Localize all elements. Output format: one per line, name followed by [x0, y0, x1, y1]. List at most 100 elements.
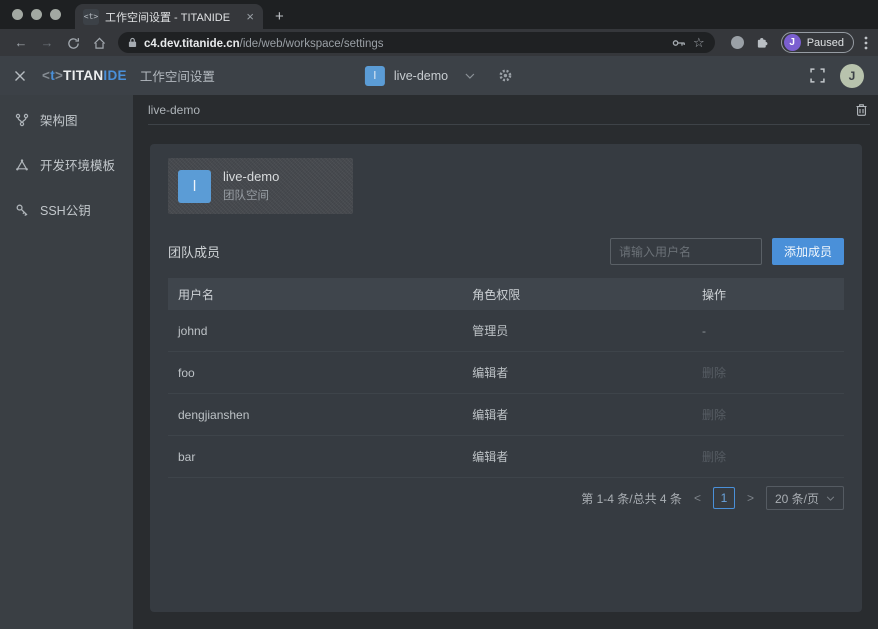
browser-profile-button[interactable]: J Paused — [781, 32, 854, 53]
table-row: bar 编辑者 删除 — [168, 436, 844, 478]
browser-toolbar: ← → c4.dev.titanide.cn/ide/web/workspace… — [0, 29, 878, 56]
cell-username: dengjianshen — [168, 408, 472, 422]
pagination: 第 1-4 条/总共 4 条 < 1 > 20 条/页 — [168, 486, 844, 510]
page-title: 工作空间设置 — [140, 66, 215, 85]
password-key-icon[interactable] — [672, 39, 686, 47]
add-member-button[interactable]: 添加成员 — [772, 238, 844, 265]
cell-role: 编辑者 — [472, 364, 702, 381]
forward-icon[interactable]: → — [36, 33, 58, 53]
window-controls — [0, 0, 75, 29]
sync-paused-label: Paused — [807, 37, 844, 49]
tab-title: 工作空间设置 - TITANIDE — [105, 9, 237, 25]
workspace-card-badge: l — [178, 170, 211, 203]
workspace-card-name: live-demo — [223, 169, 279, 184]
breadcrumb-row: live-demo — [148, 95, 870, 125]
sidebar-item-dev-template[interactable]: 开发环境模板 — [0, 142, 133, 187]
cell-action: 删除 — [702, 364, 844, 381]
workspace-card-type: 团队空间 — [223, 187, 279, 203]
sidebar-item-ssh-key[interactable]: SSH公钥 — [0, 187, 133, 232]
address-bar[interactable]: c4.dev.titanide.cn/ide/web/workspace/set… — [118, 32, 715, 53]
sidebar-item-label: SSH公钥 — [40, 200, 91, 219]
sidebar-item-label: 开发环境模板 — [40, 155, 115, 174]
bookmark-star-icon[interactable]: ☆ — [693, 35, 705, 51]
next-page-icon[interactable]: > — [745, 491, 756, 505]
prev-page-icon[interactable]: < — [692, 491, 703, 505]
fullscreen-icon[interactable] — [810, 68, 825, 83]
table-row: foo 编辑者 删除 — [168, 352, 844, 394]
user-avatar[interactable]: J — [840, 64, 864, 88]
workspace-switcher[interactable]: l live-demo — [365, 56, 513, 95]
page-number-button[interactable]: 1 — [713, 487, 735, 509]
tab-close-icon[interactable]: × — [243, 9, 257, 24]
sidebar: 架构图 开发环境模板 SSH公钥 — [0, 95, 133, 629]
branch-icon — [15, 113, 30, 127]
members-title: 团队成员 — [168, 242, 220, 261]
lock-icon — [128, 37, 137, 48]
tab-favicon-icon: <t> — [83, 9, 99, 25]
app-header-right: J — [810, 64, 864, 88]
table-header-row: 用户名 角色权限 操作 — [168, 278, 844, 310]
header-username: 用户名 — [168, 286, 472, 303]
close-window-button[interactable] — [12, 9, 23, 20]
table-row: dengjianshen 编辑者 删除 — [168, 394, 844, 436]
app-close-icon[interactable] — [14, 70, 26, 82]
sidebar-item-label: 架构图 — [40, 110, 78, 129]
extension-icon[interactable] — [731, 36, 744, 49]
chevron-down-icon[interactable] — [465, 73, 475, 79]
members-table: 用户名 角色权限 操作 johnd 管理员 - foo 编辑者 删除 — [168, 278, 844, 478]
template-triangle-icon — [15, 158, 30, 172]
delete-member-link[interactable]: 删除 — [702, 450, 726, 464]
content-area: live-demo l live-demo 团队空间 团队成员 添加成员 — [133, 95, 878, 629]
browser-menu-icon[interactable] — [864, 36, 868, 50]
delete-workspace-trash-icon[interactable] — [853, 101, 870, 119]
url-host: c4.dev.titanide.cn/ide/web/workspace/set… — [144, 34, 383, 52]
workspace-badge: l — [365, 66, 385, 86]
app-body: 架构图 开发环境模板 SSH公钥 live-demo — [0, 95, 878, 629]
cell-username: johnd — [168, 324, 472, 338]
home-icon[interactable] — [88, 33, 110, 53]
app-logo: <t>TITANIDE — [42, 68, 127, 83]
delete-member-link[interactable]: 删除 — [702, 366, 726, 380]
new-tab-button[interactable]: + — [275, 8, 284, 25]
logo-bracket-close: > — [55, 68, 63, 83]
breadcrumb: live-demo — [148, 103, 200, 117]
header-role: 角色权限 — [472, 286, 702, 303]
sidebar-item-architecture[interactable]: 架构图 — [0, 97, 133, 142]
cell-action: 删除 — [702, 406, 844, 423]
chevron-down-icon — [826, 496, 835, 501]
browser-window: <t> 工作空间设置 - TITANIDE × + ← → c4.dev.tit… — [0, 0, 878, 629]
cell-role: 管理员 — [472, 322, 702, 339]
cell-action: - — [702, 324, 844, 338]
zoom-window-button[interactable] — [50, 9, 61, 20]
profile-avatar: J — [784, 34, 801, 51]
cell-action: 删除 — [702, 448, 844, 465]
back-icon[interactable]: ← — [10, 33, 32, 53]
reload-icon[interactable] — [62, 33, 84, 53]
cell-username: foo — [168, 366, 472, 380]
url-path-text: /ide/web/workspace/settings — [240, 38, 384, 50]
page-size-select[interactable]: 20 条/页 — [766, 486, 844, 510]
table-row: johnd 管理员 - — [168, 310, 844, 352]
logo-main-text: TITAN — [63, 68, 103, 83]
workspace-card: l live-demo 团队空间 — [168, 158, 353, 214]
username-input[interactable] — [610, 238, 762, 265]
pagination-summary: 第 1-4 条/总共 4 条 — [581, 490, 682, 507]
workspace-name: live-demo — [394, 69, 448, 83]
cell-role: 编辑者 — [472, 448, 702, 465]
delete-member-link[interactable]: 删除 — [702, 408, 726, 422]
workspace-settings-gear-icon[interactable] — [498, 68, 513, 83]
extensions-puzzle-icon[interactable] — [756, 36, 769, 49]
app-header: <t>TITANIDE 工作空间设置 l live-demo J — [0, 56, 878, 95]
tab-strip: <t> 工作空间设置 - TITANIDE × + — [0, 0, 878, 29]
minimize-window-button[interactable] — [31, 9, 42, 20]
members-header: 团队成员 添加成员 — [168, 238, 844, 265]
logo-accent-text: IDE — [103, 68, 126, 83]
settings-panel: l live-demo 团队空间 团队成员 添加成员 用户名 角色权限 操作 — [150, 144, 862, 612]
logo-bracket-open: < — [42, 68, 50, 83]
browser-tab[interactable]: <t> 工作空间设置 - TITANIDE × — [75, 4, 263, 29]
workspace-card-text: live-demo 团队空间 — [223, 169, 279, 203]
key-icon — [15, 203, 30, 217]
cell-username: bar — [168, 450, 472, 464]
cell-role: 编辑者 — [472, 406, 702, 423]
header-action: 操作 — [702, 286, 844, 303]
